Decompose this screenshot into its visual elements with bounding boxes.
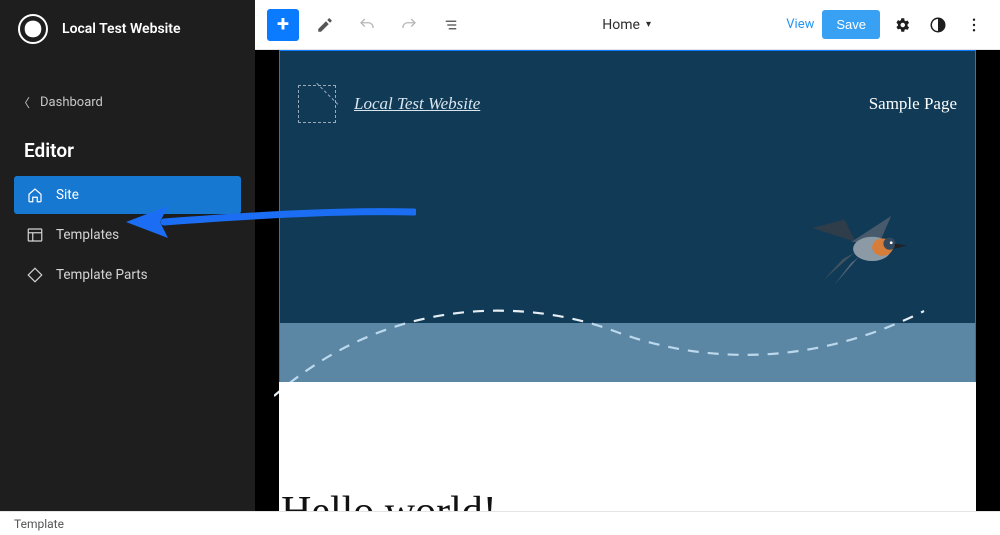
sidebar-section-title: Editor: [0, 121, 255, 176]
sidebar-item-template-parts[interactable]: Template Parts: [14, 256, 241, 294]
breadcrumb-item: Template: [14, 517, 64, 531]
editor-sidebar: Local Test Website 〈 Dashboard Editor Si…: [0, 0, 255, 535]
editor-footer-breadcrumb[interactable]: Template: [0, 511, 1000, 535]
redo-button[interactable]: [393, 9, 425, 41]
site-logo-placeholder[interactable]: [298, 85, 336, 123]
document-title-text: Home: [602, 17, 640, 33]
selection-overlay: [280, 323, 975, 383]
back-to-dashboard[interactable]: 〈 Dashboard: [0, 84, 255, 121]
layout-icon: [26, 226, 44, 244]
sidebar-header: Local Test Website: [0, 0, 255, 58]
hero-header: Local Test Website Sample Page: [280, 51, 975, 383]
sidebar-nav: Site Templates Template Parts: [0, 176, 255, 294]
add-block-button[interactable]: +: [267, 9, 299, 41]
undo-button[interactable]: [351, 9, 383, 41]
sidebar-item-templates[interactable]: Templates: [14, 216, 241, 254]
document-title-dropdown[interactable]: Home ▾: [602, 17, 651, 33]
chevron-down-icon: ▾: [646, 19, 651, 30]
list-view-button[interactable]: [435, 9, 467, 41]
bird-illustration: [805, 209, 915, 287]
edit-tool-button[interactable]: [309, 9, 341, 41]
diamond-icon: [26, 266, 44, 284]
sidebar-item-site[interactable]: Site: [14, 176, 241, 214]
view-link[interactable]: View: [786, 17, 814, 32]
wordpress-logo-icon[interactable]: [18, 14, 48, 44]
site-name: Local Test Website: [62, 21, 181, 37]
save-button[interactable]: Save: [822, 10, 880, 39]
settings-button[interactable]: [888, 11, 916, 39]
more-options-button[interactable]: [960, 11, 988, 39]
editor-main: + Home ▾ View Save: [255, 0, 1000, 535]
home-icon: [26, 186, 44, 204]
sidebar-item-label: Site: [56, 187, 79, 203]
editor-toolbar: + Home ▾ View Save: [255, 0, 1000, 50]
sidebar-item-label: Templates: [56, 227, 119, 243]
styles-button[interactable]: [924, 11, 952, 39]
back-label: Dashboard: [40, 95, 103, 110]
sidebar-item-label: Template Parts: [56, 267, 148, 283]
editor-canvas[interactable]: Local Test Website Sample Page: [255, 50, 1000, 535]
site-title-link[interactable]: Local Test Website: [354, 94, 480, 114]
chevron-left-icon: 〈: [18, 94, 30, 111]
nav-link-sample-page[interactable]: Sample Page: [869, 94, 957, 114]
selected-hero-block[interactable]: Local Test Website Sample Page: [279, 50, 976, 384]
